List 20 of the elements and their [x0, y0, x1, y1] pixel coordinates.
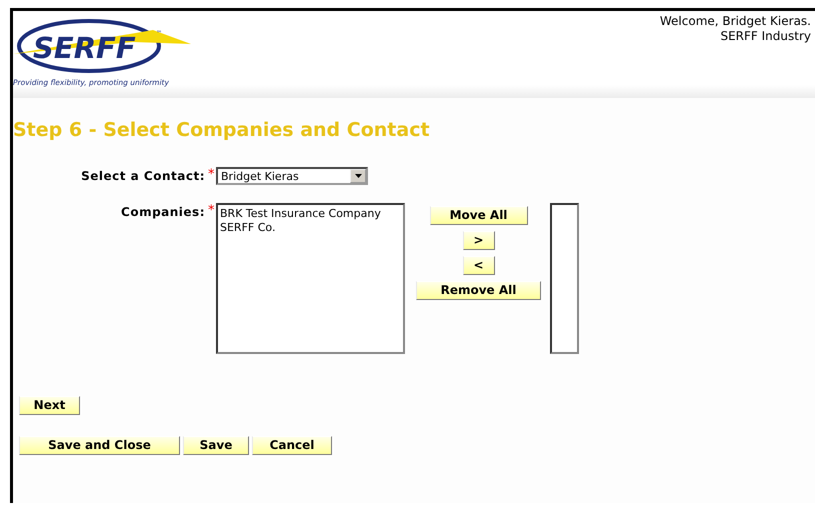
- remove-all-button[interactable]: Remove All: [416, 281, 541, 300]
- selected-companies-list[interactable]: [550, 203, 579, 354]
- field-label: Select a Contact:: [80, 168, 205, 185]
- move-right-button[interactable]: >: [462, 231, 494, 250]
- list-option[interactable]: SERFF Co.: [220, 221, 276, 235]
- move-left-button[interactable]: <: [462, 256, 494, 275]
- save-button[interactable]: Save: [183, 436, 249, 455]
- cancel-button[interactable]: Cancel: [252, 436, 332, 455]
- field-label: Companies:: [120, 204, 205, 221]
- next-button[interactable]: Next: [19, 396, 80, 415]
- move-all-button[interactable]: Move All: [430, 206, 528, 225]
- organization-name: SERFF Industry: [719, 29, 811, 44]
- available-companies-list[interactable]: BRK Test Insurance Company SERFF Co.: [216, 203, 405, 354]
- contact-dropdown[interactable]: Bridget Kieras: [216, 167, 368, 185]
- welcome-text: Welcome, Bridget Kieras.: [660, 14, 811, 29]
- required-mark: *: [207, 203, 216, 220]
- save-and-close-button[interactable]: Save and Close: [19, 436, 180, 455]
- page-title: Step 6 - Select Companies and Contact: [13, 119, 431, 141]
- list-option[interactable]: BRK Test Insurance Company: [220, 207, 381, 221]
- required-mark: *: [207, 167, 216, 184]
